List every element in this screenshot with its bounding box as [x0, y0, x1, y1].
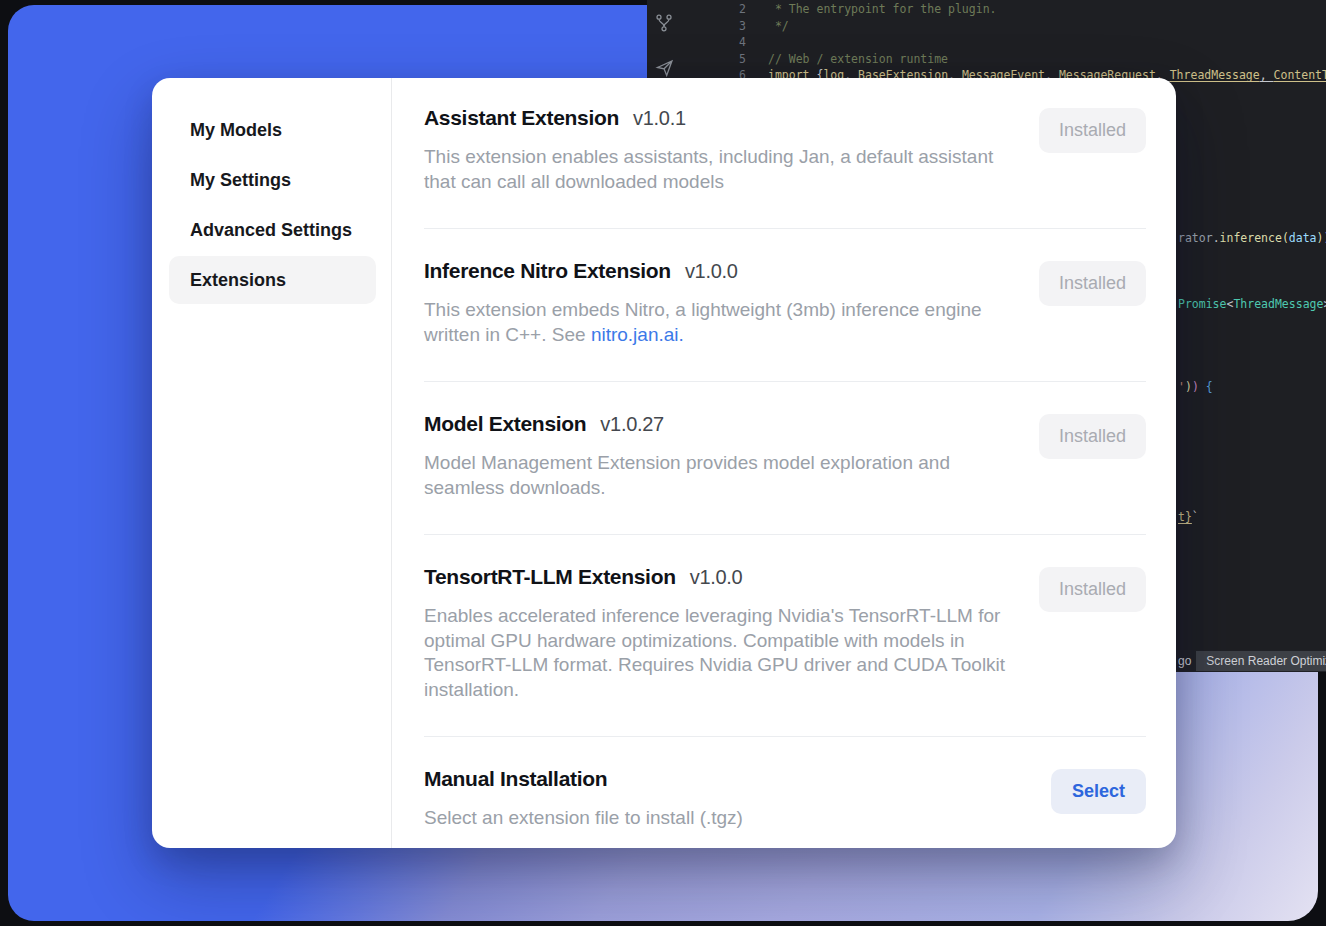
extension-row-tensorrt: TensortRT-LLM Extension v1.0.0 Enables ac… [424, 535, 1146, 737]
extension-description: This extension embeds Nitro, a lightweig… [424, 298, 1014, 347]
code-fragment: t}` [1178, 509, 1199, 526]
settings-sidebar: My Models My Settings Advanced Settings … [152, 78, 392, 848]
installed-button[interactable]: Installed [1039, 261, 1146, 306]
installed-button[interactable]: Installed [1039, 108, 1146, 153]
wallpaper-gradient: My Models My Settings Advanced Settings … [8, 5, 1318, 921]
installed-button[interactable]: Installed [1039, 567, 1146, 612]
extension-name: Assistant Extension [424, 106, 619, 129]
extension-version: v1.0.27 [600, 413, 664, 435]
extension-title: Inference Nitro Extension v1.0.0 [424, 258, 1014, 284]
sidebar-item-my-models[interactable]: My Models [169, 106, 376, 154]
code-line: 4 [647, 34, 1326, 51]
code-fragment: rator.inference(data)); [1178, 230, 1326, 247]
code-line: 3 */ [647, 18, 1326, 35]
extension-version: v1.0.0 [690, 566, 743, 588]
sidebar-item-label: My Settings [190, 170, 291, 191]
code-line: 2 * The entrypoint for the plugin. [647, 1, 1326, 18]
code-area: 2 * The entrypoint for the plugin.3 */45… [647, 1, 1326, 84]
sidebar-item-advanced-settings[interactable]: Advanced Settings [169, 206, 376, 254]
code-line: 5// Web / extension runtime [647, 51, 1326, 68]
extension-description: This extension enables assistants, inclu… [424, 145, 1014, 194]
statusbar-text: go [1178, 654, 1191, 668]
sidebar-item-label: Advanced Settings [190, 220, 352, 241]
extension-title: Model Extension v1.0.27 [424, 411, 1014, 437]
extensions-panel: Assistant Extension v1.0.1 This extension… [392, 78, 1176, 848]
extension-name: Inference Nitro Extension [424, 259, 671, 282]
sidebar-item-my-settings[interactable]: My Settings [169, 156, 376, 204]
screen-reader-status: Screen Reader Optimize [1196, 651, 1326, 671]
manual-installation-title: Manual Installation [424, 766, 1014, 792]
extension-row-inference-nitro: Inference Nitro Extension v1.0.0 This ext… [424, 229, 1146, 382]
settings-modal: My Models My Settings Advanced Settings … [152, 78, 1176, 848]
extension-description: Model Management Extension provides mode… [424, 451, 1014, 500]
extension-description: Enables accelerated inference leveraging… [424, 604, 1014, 702]
manual-installation-row: Manual Installation Select an extension … [424, 737, 1146, 865]
code-fragment: Promise<ThreadMessage> [1178, 296, 1326, 313]
extension-name: TensortRT-LLM Extension [424, 565, 676, 588]
extension-title: Assistant Extension v1.0.1 [424, 105, 1014, 131]
sidebar-item-label: Extensions [190, 270, 286, 291]
extension-version: v1.0.1 [633, 107, 686, 129]
extension-name: Model Extension [424, 412, 586, 435]
extension-row-model: Model Extension v1.0.27 Model Management … [424, 382, 1146, 535]
sidebar-item-label: My Models [190, 120, 282, 141]
sidebar-item-extensions[interactable]: Extensions [169, 256, 376, 304]
manual-installation-description: Select an extension file to install (.tg… [424, 806, 1014, 831]
extension-version: v1.0.0 [685, 260, 738, 282]
extension-row-assistant: Assistant Extension v1.0.1 This extension… [424, 78, 1146, 229]
extension-title: TensortRT-LLM Extension v1.0.0 [424, 564, 1014, 590]
nitro-link[interactable]: nitro.jan.ai. [591, 324, 684, 345]
select-button[interactable]: Select [1051, 769, 1146, 814]
code-fragment: ')) { [1178, 379, 1213, 396]
installed-button[interactable]: Installed [1039, 414, 1146, 459]
